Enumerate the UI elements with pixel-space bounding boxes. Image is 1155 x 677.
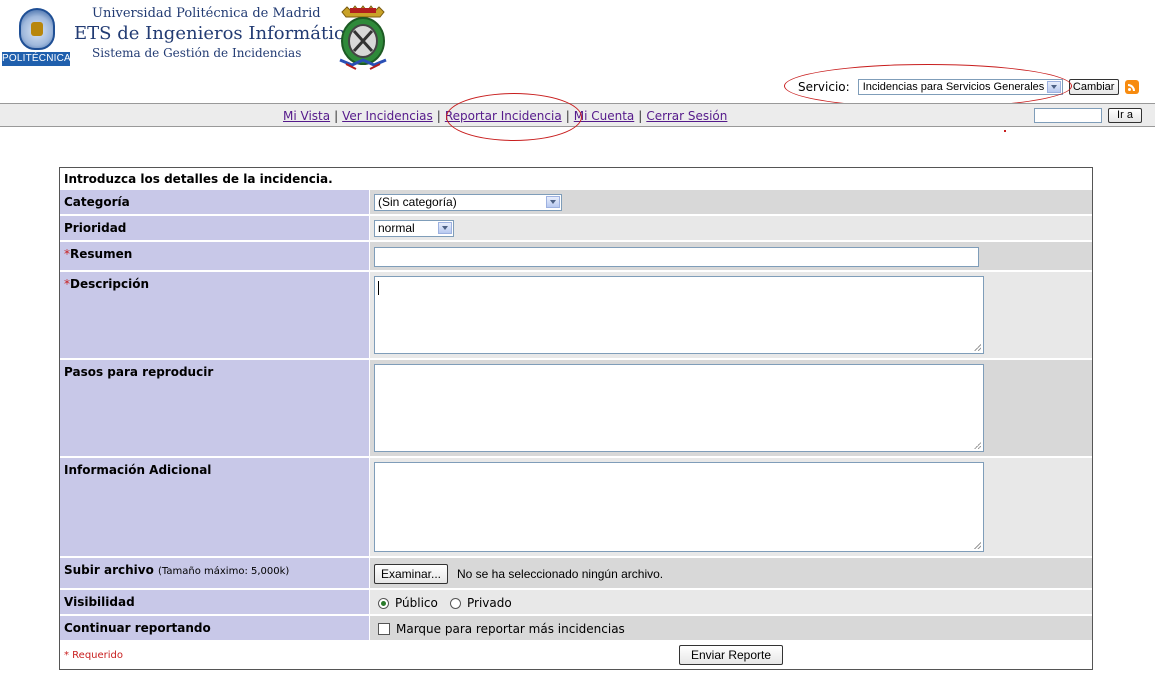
description-label: *Descripción xyxy=(60,272,369,358)
upload-row: Subir archivo (Tamaño máximo: 5,000k) Ex… xyxy=(60,558,1092,588)
submit-report-button[interactable]: Enviar Reporte xyxy=(679,645,783,665)
required-note: * Requerido xyxy=(64,650,124,661)
continue-label: Continuar reportando xyxy=(60,616,369,640)
summary-cell xyxy=(370,242,1092,270)
visibility-cell: Público Privado xyxy=(370,590,1092,614)
steps-textarea[interactable] xyxy=(374,364,984,452)
go-to-button[interactable]: Ir a xyxy=(1108,108,1142,123)
summary-row: *Resumen xyxy=(60,242,1092,270)
upload-cell: Examinar... No se ha seleccionado ningún… xyxy=(370,558,1092,588)
university-name: Universidad Politécnica de Madrid xyxy=(92,6,321,21)
upm-shield-icon xyxy=(19,8,55,50)
visibility-label: Visibilidad xyxy=(60,590,369,614)
visibility-public-label: Público xyxy=(395,596,438,610)
continue-checkbox-label: Marque para reportar más incidencias xyxy=(396,622,625,636)
red-mark xyxy=(1004,130,1006,132)
priority-selected-value: normal xyxy=(378,221,415,235)
additional-info-row: Información Adicional xyxy=(60,458,1092,556)
category-row: Categoría (Sin categoría) xyxy=(60,190,1092,214)
upload-label-text: Subir archivo xyxy=(64,563,154,577)
priority-label: Prioridad xyxy=(60,216,369,240)
category-label: Categoría xyxy=(60,190,369,214)
no-file-text: No se ha seleccionado ningún archivo. xyxy=(457,567,664,581)
chevron-down-icon[interactable] xyxy=(1046,81,1061,93)
school-name: ETS de Ingenieros Informáticos xyxy=(74,23,365,44)
upm-logo: POLITÉCNICA xyxy=(2,8,71,66)
nav-logout[interactable]: Cerrar Sesión xyxy=(646,109,727,123)
visibility-public-option[interactable]: Público xyxy=(378,596,438,610)
description-label-text: Descripción xyxy=(70,277,149,291)
nav-report-issue[interactable]: Reportar Incidencia xyxy=(445,109,562,123)
nav-links: Mi Vista | Ver Incidencias | Reportar Incide… xyxy=(283,109,727,123)
summary-input[interactable] xyxy=(374,247,979,267)
upload-label: Subir archivo (Tamaño máximo: 5,000k) xyxy=(60,558,369,588)
upm-logo-label: POLITÉCNICA xyxy=(2,52,71,66)
continue-cell: Marque para reportar más incidencias xyxy=(370,616,1092,640)
form-title: Introduzca los detalles de la incidencia… xyxy=(64,172,333,186)
category-cell: (Sin categoría) xyxy=(370,190,1092,214)
checkbox-icon[interactable] xyxy=(378,623,390,635)
additional-info-textarea[interactable] xyxy=(374,462,984,552)
main-nav: Mi Vista | Ver Incidencias | Reportar Incide… xyxy=(0,103,1155,127)
radio-checked-icon[interactable] xyxy=(378,597,389,609)
service-bar: Servicio: Incidencias para Servicios Gen… xyxy=(798,77,1139,97)
nav-my-account[interactable]: Mi Cuenta xyxy=(574,109,635,123)
rss-icon[interactable] xyxy=(1124,80,1139,94)
description-row: *Descripción xyxy=(60,272,1092,358)
visibility-private-label: Privado xyxy=(467,596,512,610)
nav-separator: | xyxy=(436,109,441,123)
nav-my-view[interactable]: Mi Vista xyxy=(283,109,330,123)
nav-separator: | xyxy=(565,109,570,123)
service-select[interactable]: Incidencias para Servicios Generales xyxy=(857,79,1063,95)
continue-row: Continuar reportando Marque para reporta… xyxy=(60,616,1092,640)
description-cell xyxy=(370,272,1092,358)
priority-row: Prioridad normal xyxy=(60,216,1092,240)
change-service-button[interactable]: Cambiar xyxy=(1068,79,1119,95)
chevron-down-icon[interactable] xyxy=(438,222,452,234)
nav-separator: | xyxy=(638,109,643,123)
continue-reporting-option[interactable]: Marque para reportar más incidencias xyxy=(378,622,625,636)
nav-separator: | xyxy=(334,109,339,123)
steps-cell xyxy=(370,360,1092,456)
system-name: Sistema de Gestión de Incidencias xyxy=(92,46,302,60)
category-select[interactable]: (Sin categoría) xyxy=(374,194,562,211)
chevron-down-icon[interactable] xyxy=(546,196,560,208)
radio-unchecked-icon[interactable] xyxy=(450,597,461,609)
priority-select[interactable]: normal xyxy=(374,220,454,237)
summary-label: *Resumen xyxy=(60,242,369,270)
service-label: Servicio: xyxy=(798,80,850,94)
priority-cell: normal xyxy=(370,216,1092,240)
category-selected-value: (Sin categoría) xyxy=(378,195,457,209)
additional-info-cell xyxy=(370,458,1092,556)
description-textarea[interactable] xyxy=(374,276,984,354)
summary-label-text: Resumen xyxy=(70,247,133,261)
upload-size-note: (Tamaño máximo: 5,000k) xyxy=(158,566,290,577)
report-issue-form: Introduzca los detalles de la incidencia… xyxy=(59,167,1093,670)
visibility-row: Visibilidad Público Privado xyxy=(60,590,1092,614)
additional-info-label: Información Adicional xyxy=(60,458,369,556)
visibility-private-option[interactable]: Privado xyxy=(450,596,512,610)
nav-view-issues[interactable]: Ver Incidencias xyxy=(342,109,433,123)
text-caret xyxy=(378,281,379,295)
steps-label: Pasos para reproducir xyxy=(60,360,369,456)
browse-file-button[interactable]: Examinar... xyxy=(374,564,448,584)
service-selected-value: Incidencias para Servicios Generales xyxy=(862,81,1045,93)
jump-to-issue-input[interactable] xyxy=(1034,108,1102,123)
school-crest-icon xyxy=(339,5,387,70)
steps-row: Pasos para reproducir xyxy=(60,360,1092,456)
